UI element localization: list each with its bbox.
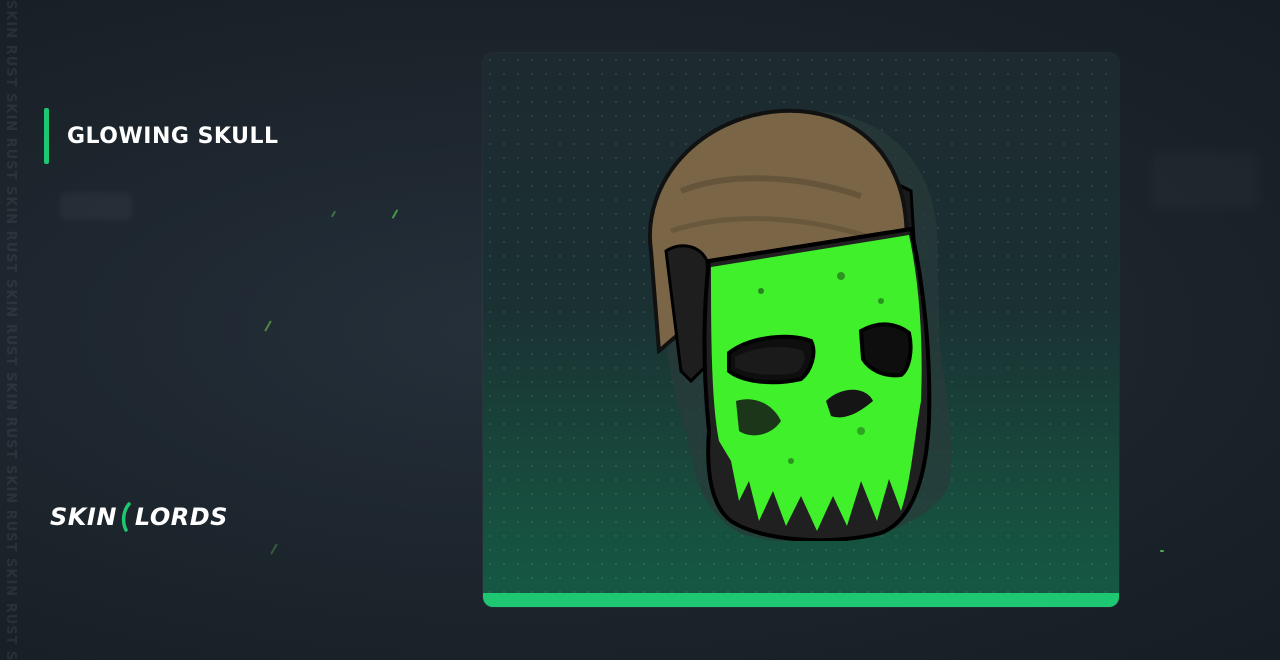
logo-text-left: SKIN [50,503,117,531]
green-streak [270,543,278,555]
blurred-background-panel [1150,150,1260,210]
item-title: GLOWING SKULL [67,123,279,149]
skinlords-logo[interactable]: SKIN LORDS [50,500,228,534]
item-title-block: GLOWING SKULL [44,108,278,164]
green-streak [391,209,399,219]
item-preview-card [483,53,1119,607]
green-streak [330,210,337,218]
green-streak [1160,550,1164,552]
glowing-skull-mask-icon [647,108,952,541]
card-rarity-bar [483,593,1119,607]
logo-text-right: LORDS [134,503,228,531]
title-accent-bar [44,108,49,164]
blurred-badge [60,192,132,220]
green-slash-mark-icon [121,502,131,532]
green-streak [264,320,272,332]
side-watermark: SKIN RUST SKIN RUST SKIN RUST SKIN RUST … [3,0,18,660]
